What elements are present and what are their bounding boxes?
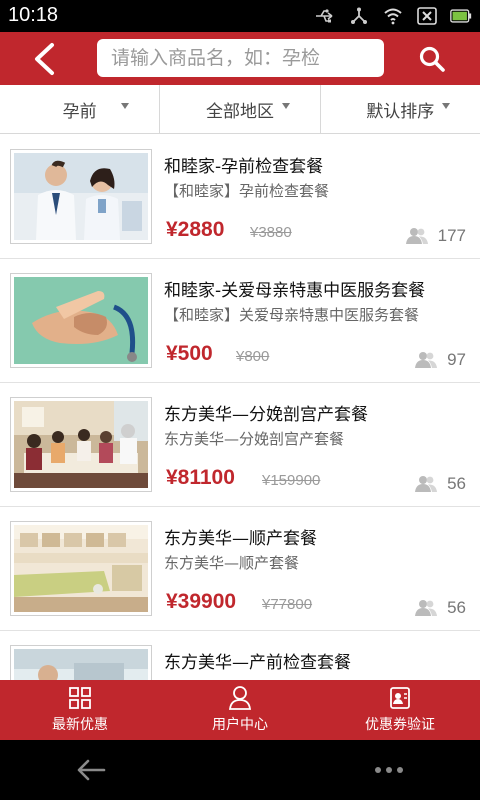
product-buyer-count: 56 [415, 474, 466, 494]
product-item[interactable]: 和睦家-关爱母亲特惠中医服务套餐 【和睦家】关爱母亲特惠中医服务套餐 ¥500 … [0, 259, 480, 383]
filter-region-label: 全部地区 [205, 101, 274, 122]
no-signal-icon [416, 6, 438, 26]
nav-user-center[interactable]: 用户中心 [160, 680, 320, 740]
product-buyer-count: 97 [415, 350, 466, 370]
product-title: 和睦家-关爱母亲特惠中医服务套餐 [164, 281, 426, 301]
buyer-count-value: 56 [447, 598, 466, 617]
buyer-count-value: 177 [437, 226, 466, 245]
coupon-card-icon [388, 686, 412, 710]
product-item[interactable]: 东方美华—产前检查套餐 [0, 631, 480, 680]
product-original-price: ¥159900 [262, 472, 321, 489]
nav-user-center-label: 用户中心 [212, 717, 268, 733]
filter-region[interactable]: 全部地区 [160, 85, 321, 133]
product-price: ¥500 [166, 342, 213, 365]
product-image [10, 149, 152, 244]
status-bar: 10:18 [0, 0, 480, 32]
users-icon [415, 600, 438, 616]
search-icon [419, 46, 445, 72]
product-subtitle: 东方美华—分娩剖宫产套餐 [164, 430, 345, 448]
users-icon [405, 228, 428, 244]
nav-latest-deals-label: 最新优惠 [52, 717, 108, 733]
caret-down-icon [281, 103, 290, 109]
product-original-price: ¥800 [236, 348, 270, 365]
search-button[interactable] [408, 32, 456, 85]
product-item[interactable]: 东方美华—顺产套餐 东方美华—顺产套餐 ¥39900 ¥77800 56 [0, 507, 480, 631]
filter-category[interactable]: 孕前 [0, 85, 161, 133]
arrow-left-icon [77, 759, 106, 781]
search-input[interactable] [97, 39, 384, 77]
filter-bar: 孕前 全部地区 默认排序 [0, 85, 480, 134]
chevron-left-icon [35, 42, 54, 75]
filter-category-label: 孕前 [62, 101, 97, 122]
caret-down-icon [121, 103, 130, 109]
buyer-count-value: 97 [447, 350, 466, 369]
system-back-button[interactable] [70, 754, 112, 786]
product-price: ¥2880 [166, 218, 225, 241]
filter-sort[interactable]: 默认排序 [321, 85, 480, 133]
more-dots-icon [375, 767, 403, 773]
product-subtitle: 【和睦家】关爱母亲特惠中医服务套餐 [164, 306, 420, 324]
product-price: ¥81100 [166, 466, 235, 489]
product-subtitle: 【和睦家】孕前检查套餐 [164, 182, 330, 200]
filter-sort-label: 默认排序 [366, 101, 435, 122]
product-image [10, 521, 152, 616]
users-icon [415, 476, 438, 492]
status-time: 10:18 [8, 4, 59, 26]
system-nav-bar [0, 740, 480, 800]
caret-down-icon [441, 103, 450, 109]
product-price: ¥39900 [166, 590, 237, 613]
product-buyer-count: 177 [405, 226, 466, 246]
status-icons [314, 6, 472, 26]
product-subtitle: 东方美华—顺产套餐 [164, 554, 300, 572]
product-title: 东方美华—顺产套餐 [164, 529, 317, 549]
nav-latest-deals[interactable]: 最新优惠 [0, 680, 160, 740]
back-button[interactable] [16, 32, 72, 85]
product-image [10, 273, 152, 368]
system-menu-button[interactable] [368, 754, 410, 786]
nav-coupon-verify-label: 优惠券验证 [365, 717, 435, 733]
app-header [0, 32, 480, 85]
product-title: 东方美华—产前检查套餐 [164, 653, 351, 673]
product-item[interactable]: 东方美华—分娩剖宫产套餐 东方美华—分娩剖宫产套餐 ¥81100 ¥159900… [0, 383, 480, 507]
grid-icon [68, 686, 92, 710]
product-list: 和睦家-孕前检查套餐 【和睦家】孕前检查套餐 ¥2880 ¥3880 177 和… [0, 135, 480, 680]
user-icon [228, 686, 252, 710]
product-item[interactable]: 和睦家-孕前检查套餐 【和睦家】孕前检查套餐 ¥2880 ¥3880 177 [0, 135, 480, 259]
users-icon [415, 352, 438, 368]
buyer-count-value: 56 [447, 474, 466, 493]
product-original-price: ¥3880 [250, 224, 292, 241]
product-title: 和睦家-孕前检查套餐 [164, 157, 324, 177]
product-image [10, 645, 152, 680]
battery-icon [450, 6, 472, 26]
search-box[interactable] [97, 39, 384, 77]
product-original-price: ¥77800 [262, 596, 313, 613]
product-title: 东方美华—分娩剖宫产套餐 [164, 405, 368, 425]
product-buyer-count: 56 [415, 598, 466, 618]
wifi-icon [382, 6, 404, 26]
network-share-icon [348, 6, 370, 26]
nav-coupon-verify[interactable]: 优惠券验证 [320, 680, 480, 740]
usb-icon [314, 6, 336, 26]
product-image [10, 397, 152, 492]
bottom-nav: 最新优惠 用户中心 优惠券验证 [0, 680, 480, 740]
